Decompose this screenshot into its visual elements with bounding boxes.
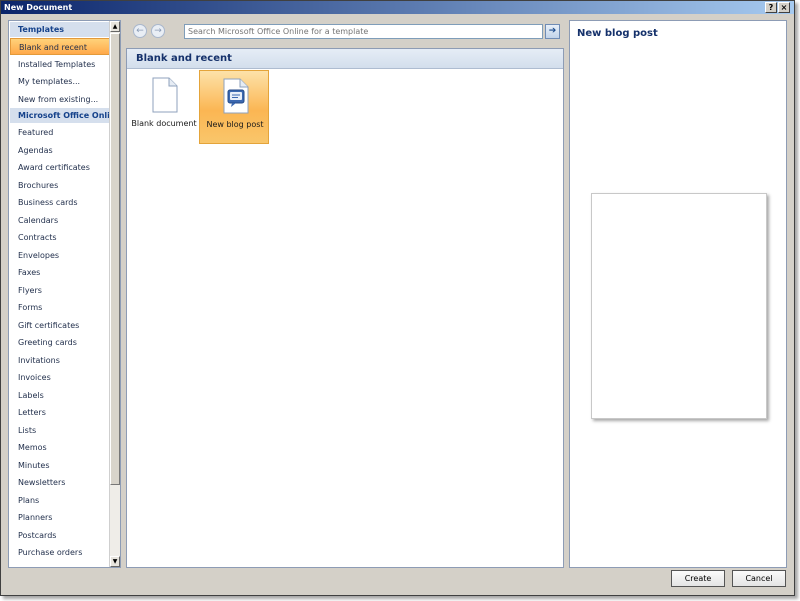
blog-post-icon: [223, 78, 249, 114]
sidebar-item-lists[interactable]: Lists: [10, 422, 110, 439]
sidebar-item-installed-templates[interactable]: Installed Templates: [10, 56, 110, 73]
template-search-input[interactable]: [184, 24, 543, 39]
sidebar-item-calendars[interactable]: Calendars: [10, 212, 110, 229]
sidebar-item-blank-and-recent[interactable]: Blank and recent: [10, 38, 110, 55]
sidebar-item-invitations[interactable]: Invitations: [10, 352, 110, 369]
sidebar-item-forms[interactable]: Forms: [10, 299, 110, 316]
sidebar-header-templates: Templates: [10, 22, 110, 37]
category-scrollbar[interactable]: ▲ ▼: [109, 21, 120, 567]
preview-page-thumbnail: [591, 193, 767, 419]
sidebar-item-newsletters[interactable]: Newsletters: [10, 474, 110, 491]
create-button[interactable]: Create: [671, 570, 725, 587]
section-title: Blank and recent: [127, 49, 563, 69]
sidebar-item-invoices[interactable]: Invoices: [10, 369, 110, 386]
blank-document-icon: [152, 77, 178, 113]
cancel-button[interactable]: Cancel: [732, 570, 786, 587]
sidebar-item-labels[interactable]: Labels: [10, 387, 110, 404]
sidebar-header-microsoft-office-online: Microsoft Office Online: [10, 108, 120, 123]
sidebar-item-letters[interactable]: Letters: [10, 404, 110, 421]
sidebar-item-award-certificates[interactable]: Award certificates: [10, 159, 110, 176]
back-arrow-icon[interactable]: ←: [133, 24, 147, 38]
sidebar-item-brochures[interactable]: Brochures: [10, 177, 110, 194]
sidebar-item-envelopes[interactable]: Envelopes: [10, 247, 110, 264]
help-button[interactable]: ?: [765, 2, 777, 13]
blank-document-label: Blank document: [131, 119, 197, 128]
sidebar-item-gift-certificates[interactable]: Gift certificates: [10, 317, 110, 334]
sidebar-item-flyers[interactable]: Flyers: [10, 282, 110, 299]
search-toolbar: ← → ➔: [126, 20, 564, 44]
sidebar-item-agendas[interactable]: Agendas: [10, 142, 110, 159]
sidebar-item-purchase-orders[interactable]: Purchase orders: [10, 544, 110, 561]
new-blog-post-tile[interactable]: New blog post: [199, 70, 269, 144]
search-go-icon[interactable]: ➔: [545, 24, 560, 39]
sidebar-item-postcards[interactable]: Postcards: [10, 527, 110, 544]
sidebar-item-receipts[interactable]: Receipts: [10, 562, 110, 568]
sidebar-item-featured[interactable]: Featured: [10, 124, 110, 141]
sidebar-item-my-templates[interactable]: My templates...: [10, 73, 110, 90]
new-document-dialog: New Document ? × Templates Blank and rece…: [0, 0, 795, 596]
sidebar-item-plans[interactable]: Plans: [10, 492, 110, 509]
title-bar: New Document ? ×: [1, 1, 794, 14]
close-button[interactable]: ×: [778, 2, 790, 13]
scroll-down-arrow-icon[interactable]: ▼: [110, 556, 120, 567]
scrollbar-thumb[interactable]: [110, 33, 120, 485]
sidebar-item-new-from-existing[interactable]: New from existing...: [10, 91, 110, 108]
blank-document-tile[interactable]: Blank document: [129, 70, 199, 144]
window-title: New Document: [4, 3, 73, 12]
templates-gallery: Blank and recent Blank document New blog…: [126, 48, 564, 568]
sidebar-item-minutes[interactable]: Minutes: [10, 457, 110, 474]
sidebar-item-faxes[interactable]: Faxes: [10, 264, 110, 281]
forward-arrow-icon[interactable]: →: [151, 24, 165, 38]
template-categories-panel: Templates Blank and recent Installed Templ…: [8, 20, 121, 568]
sidebar-item-contracts[interactable]: Contracts: [10, 229, 110, 246]
preview-panel: New blog post: [569, 20, 787, 568]
scroll-up-arrow-icon[interactable]: ▲: [110, 21, 120, 32]
sidebar-item-business-cards[interactable]: Business cards: [10, 194, 110, 211]
new-blog-post-label: New blog post: [206, 120, 264, 129]
sidebar-item-greeting-cards[interactable]: Greeting cards: [10, 334, 110, 351]
preview-title: New blog post: [577, 28, 658, 39]
sidebar-item-planners[interactable]: Planners: [10, 509, 110, 526]
sidebar-item-memos[interactable]: Memos: [10, 439, 110, 456]
